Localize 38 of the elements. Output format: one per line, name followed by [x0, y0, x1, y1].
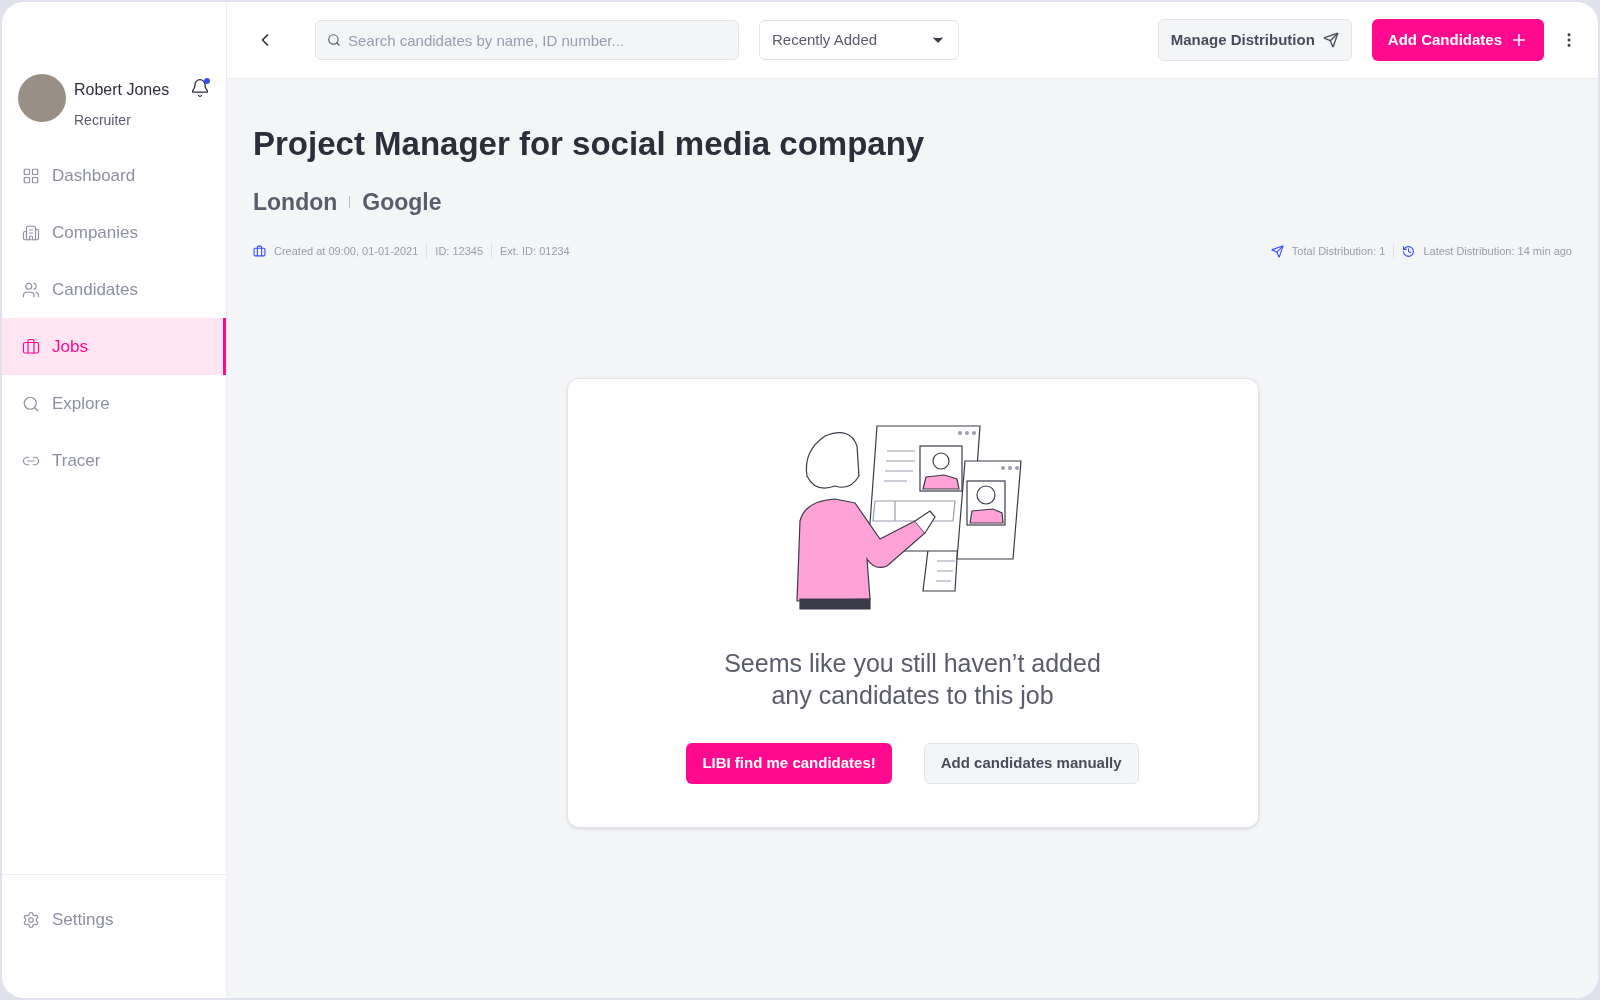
add-candidates-button[interactable]: Add Candidates [1371, 19, 1544, 61]
empty-state-message: Seems like you still haven’t added any candidates to this job [724, 647, 1101, 711]
dashboard-icon [22, 166, 40, 185]
people-icon [22, 280, 40, 299]
user-name: Robert Jones [74, 80, 171, 100]
history-icon [1402, 244, 1416, 258]
latest-distribution: Latest Distribution: 14 min ago [1423, 244, 1572, 259]
job-meta: ID: 12345 [435, 244, 484, 259]
sort-dropdown[interactable]: Recently Added [759, 20, 959, 60]
add-manually-button[interactable]: Add candidates manually [923, 742, 1139, 784]
manage-distribution-button[interactable]: Manage Distribution [1157, 19, 1352, 61]
job-meta: Created at 09:00, 01-01-2021 [274, 244, 419, 259]
user-role: Recruiter [74, 111, 132, 130]
briefcase-icon [253, 244, 266, 258]
job-location: London [253, 187, 338, 217]
job-meta: Ext. ID: 01234 [500, 244, 570, 259]
send-icon [1322, 32, 1339, 48]
search-icon [327, 33, 341, 47]
building-icon [22, 223, 40, 242]
sidebar-item[interactable]: Companies [2, 204, 226, 261]
find-candidates-button[interactable]: LIBI find me candidates! [686, 742, 892, 784]
send-icon [1270, 244, 1284, 258]
settings-icon [22, 910, 40, 929]
sidebar-item[interactable]: Settings [2, 891, 226, 948]
avatar [18, 74, 66, 122]
plus-icon [1510, 31, 1528, 49]
search-field[interactable]: Search candidates by name, ID number... [315, 20, 739, 60]
notification-button[interactable] [190, 78, 210, 98]
sidebar-item[interactable]: Candidates [2, 261, 226, 318]
briefcase-icon [22, 337, 40, 356]
company-name: Google [362, 187, 442, 217]
sidebar-item[interactable]: Tracer [2, 432, 226, 489]
job-title: Project Manager for social media company [253, 124, 926, 164]
sidebar-item[interactable]: Explore [2, 375, 226, 432]
search-icon [22, 394, 40, 413]
total-distribution: Total Distribution: 1 [1291, 244, 1386, 259]
sidebar-item[interactable]: Jobs [2, 318, 226, 375]
sidebar-item[interactable]: Dashboard [2, 147, 226, 204]
